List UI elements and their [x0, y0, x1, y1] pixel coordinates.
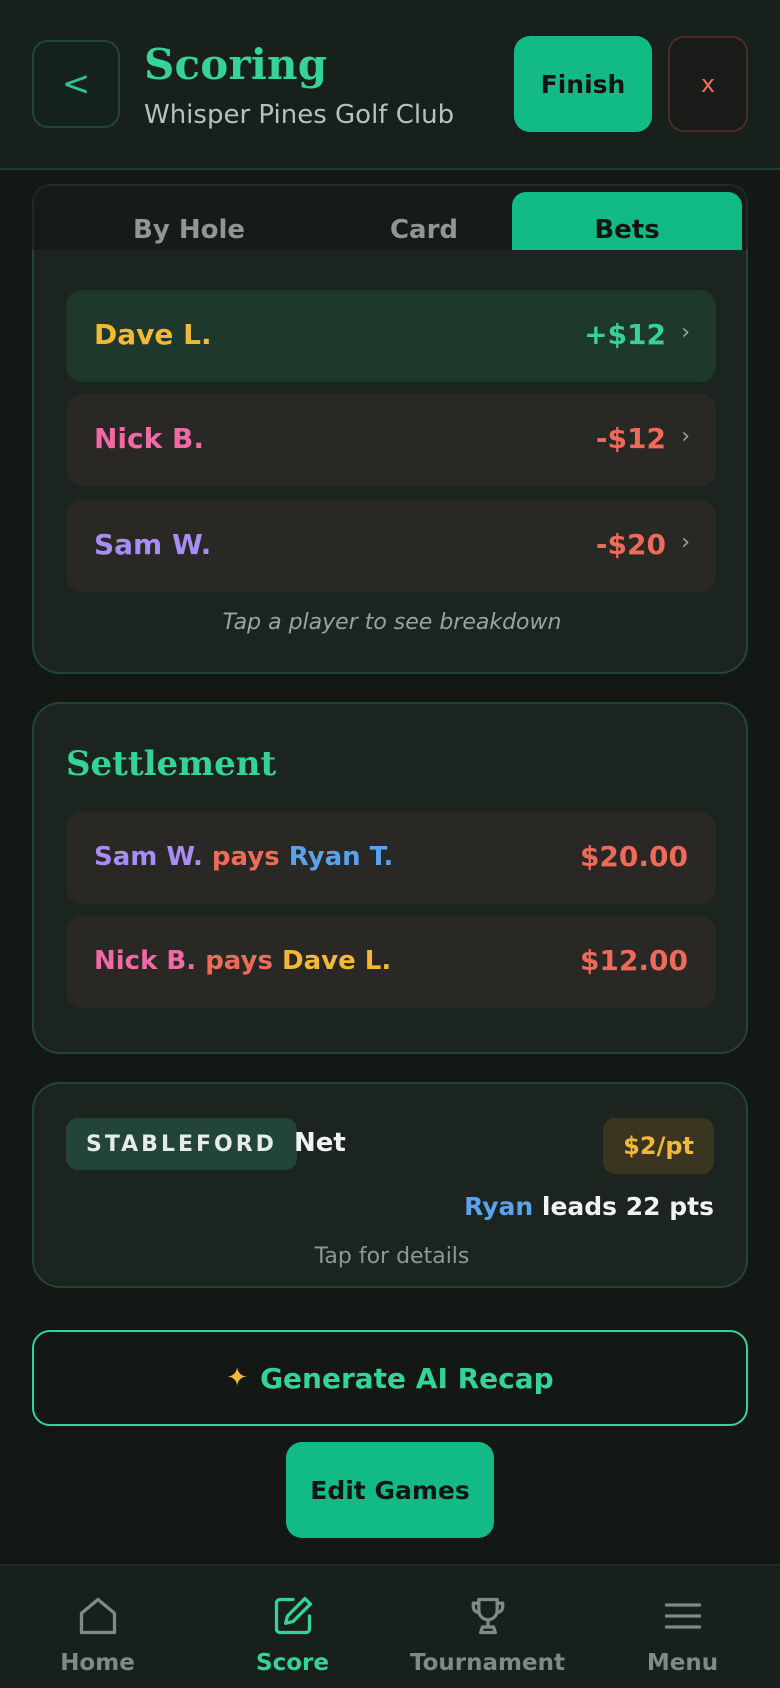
settlement-card: Settlement Sam W. pays Ryan T. $20.00 Ni…	[32, 702, 748, 1054]
player-row-nick[interactable]: Nick B. -$12 ›	[66, 394, 716, 486]
player-name: Dave L.	[94, 318, 212, 351]
menu-icon	[664, 1603, 702, 1629]
stableford-game-card[interactable]: STABLEFORD Net $2/pt Ryan leads 22 pts T…	[32, 1082, 748, 1288]
chevron-right-icon: ›	[681, 320, 690, 345]
leader-name: Ryan	[464, 1192, 534, 1221]
settlement-amount: $12.00	[579, 944, 688, 977]
settlement-text: Nick B. pays Dave L.	[94, 946, 391, 976]
finish-button[interactable]: Finish	[514, 36, 652, 132]
nav-label: Home	[60, 1650, 135, 1676]
close-button[interactable]: x	[668, 36, 748, 132]
player-name: Nick B.	[94, 422, 204, 455]
close-icon: x	[700, 70, 716, 98]
leads-text: leads 22 pts	[541, 1192, 714, 1221]
stake-badge: $2/pt	[603, 1118, 714, 1174]
sparkle-icon: ✦	[226, 1363, 249, 1393]
player-row-dave[interactable]: Dave L. +$12 ›	[66, 290, 716, 382]
player-name: Sam W.	[94, 528, 212, 561]
page-title: Scoring	[144, 40, 328, 89]
details-hint: Tap for details	[314, 1244, 470, 1269]
settlement-amount: $20.00	[579, 840, 688, 873]
standings-card: Dave L. +$12 › Nick B. -$12 › Sam W. -$2…	[32, 250, 748, 674]
nav-home[interactable]: Home	[0, 1566, 195, 1688]
settlement-row: Sam W. pays Ryan T. $20.00	[66, 812, 716, 904]
game-type-badge: STABLEFORD	[66, 1118, 297, 1170]
nav-score[interactable]: Score	[195, 1566, 390, 1688]
chevron-right-icon: ›	[681, 530, 690, 555]
leader-status: Ryan leads 22 pts	[464, 1192, 714, 1221]
edit-icon	[274, 1596, 313, 1635]
home-icon	[79, 1597, 117, 1635]
player-balance: -$12	[595, 422, 666, 455]
header: < Scoring Whisper Pines Golf Club Finish…	[0, 0, 780, 170]
payer-name: Sam W.	[94, 842, 203, 872]
recap-label: Generate AI Recap	[260, 1361, 554, 1395]
player-balance: +$12	[584, 318, 666, 351]
scoring-mode: Net	[294, 1128, 346, 1158]
breakdown-hint: Tap a player to see breakdown	[222, 610, 562, 635]
pays-verb: pays	[211, 842, 280, 872]
nav-menu[interactable]: Menu	[585, 1566, 780, 1688]
payer-name: Nick B.	[94, 946, 197, 976]
player-row-sam[interactable]: Sam W. -$20 ›	[66, 500, 716, 592]
nav-label: Tournament	[410, 1650, 565, 1676]
course-name: Whisper Pines Golf Club	[144, 100, 455, 130]
nav-label: Score	[256, 1650, 329, 1676]
chevron-left-icon: <	[61, 64, 91, 104]
payee-name: Dave L.	[282, 946, 392, 976]
pays-verb: pays	[205, 946, 273, 976]
settlement-row: Nick B. pays Dave L. $12.00	[66, 916, 716, 1008]
back-button[interactable]: <	[32, 40, 120, 128]
bottom-nav: Home Score Tournament Menu	[0, 1564, 780, 1688]
trophy-icon	[471, 1597, 505, 1635]
nav-tournament[interactable]: Tournament	[390, 1566, 585, 1688]
generate-ai-recap-button[interactable]: ✦ Generate AI Recap	[32, 1330, 748, 1426]
nav-label: Menu	[646, 1650, 719, 1676]
player-balance: -$20	[595, 528, 666, 561]
payee-name: Ryan T.	[288, 842, 394, 872]
settlement-title: Settlement	[66, 744, 277, 784]
chevron-right-icon: ›	[681, 424, 690, 449]
edit-games-button[interactable]: Edit Games	[286, 1442, 494, 1538]
settlement-text: Sam W. pays Ryan T.	[94, 842, 393, 872]
